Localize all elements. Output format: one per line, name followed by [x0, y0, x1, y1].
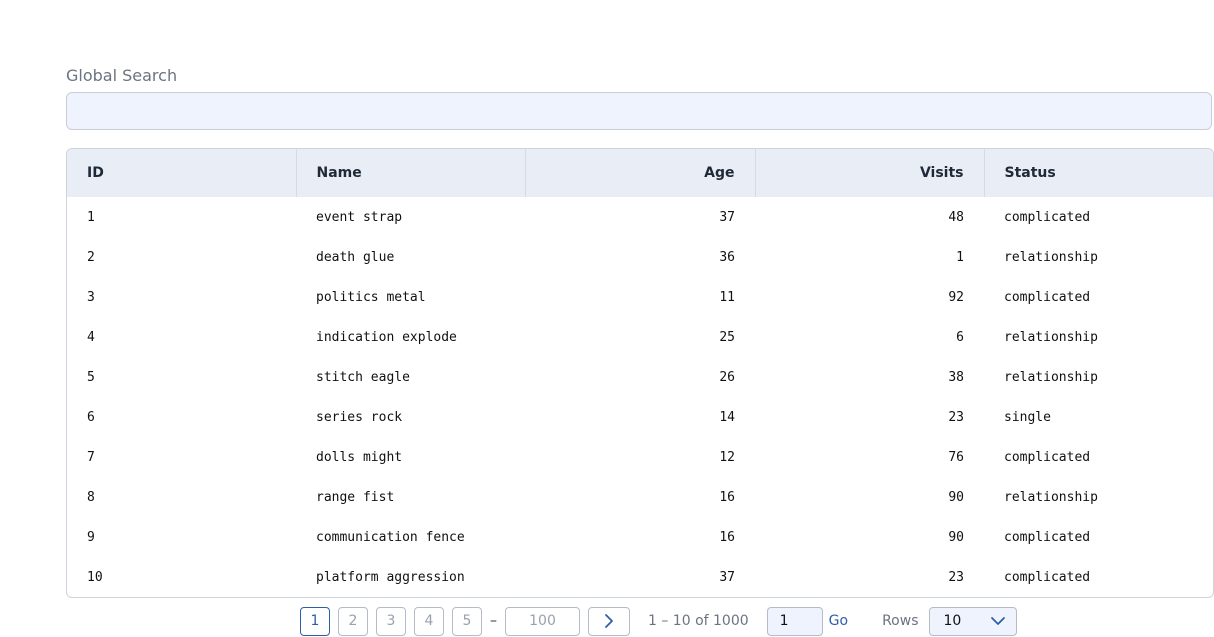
cell-age: 37 — [719, 209, 735, 225]
cell-age: 26 — [719, 369, 735, 385]
page-button-1[interactable]: 1 — [300, 606, 330, 636]
cell-id: 5 — [87, 369, 95, 385]
rows-per-page-value: 10 — [943, 613, 962, 629]
cell-name: communication fence — [316, 529, 465, 545]
table-row: 7 dolls might 12 76 complicated — [67, 437, 1213, 477]
cell-age: 16 — [719, 489, 735, 505]
page-button-2[interactable]: 2 — [338, 606, 368, 636]
cell-name: series rock — [316, 409, 403, 425]
column-header-visits[interactable]: Visits — [755, 149, 985, 197]
cell-name: event strap — [316, 209, 403, 225]
table-row: 4 indication explode 25 6 relationship — [67, 317, 1213, 357]
page-range-text: 1 – 10 of 1000 — [648, 613, 749, 629]
page-ellipsis-dash: – — [490, 613, 497, 629]
table-row: 6 series rock 14 23 single — [67, 397, 1213, 437]
cell-name: platform aggression — [316, 569, 465, 585]
cell-name: death glue — [316, 249, 395, 265]
cell-visits: 6 — [956, 329, 964, 345]
cell-status: complicated — [1004, 569, 1091, 585]
table-row: 1 event strap 37 48 complicated — [67, 197, 1213, 237]
cell-name: politics metal — [316, 289, 426, 305]
cell-id: 1 — [87, 209, 95, 225]
column-header-name[interactable]: Name — [296, 149, 526, 197]
cell-age: 36 — [719, 249, 735, 265]
cell-name: range fist — [316, 489, 395, 505]
table-row: 9 communication fence 16 90 complicated — [67, 517, 1213, 557]
cell-visits: 76 — [948, 449, 964, 465]
cell-id: 7 — [87, 449, 95, 465]
cell-status: relationship — [1004, 249, 1098, 265]
cell-id: 2 — [87, 249, 95, 265]
cell-status: complicated — [1004, 529, 1091, 545]
rows-per-page-select[interactable]: 10 — [928, 606, 1017, 636]
table-row: 5 stitch eagle 26 38 relationship — [67, 357, 1213, 397]
column-header-status[interactable]: Status — [984, 149, 1213, 197]
global-search-label: Global Search — [66, 66, 178, 85]
data-table: ID Name Age Visits Status 1 event strap … — [66, 148, 1214, 598]
table-row: 10 platform aggression 37 23 complicated — [67, 557, 1213, 597]
goto-page-input[interactable] — [766, 606, 823, 636]
table-header-row: ID Name Age Visits Status — [67, 149, 1213, 197]
cell-id: 3 — [87, 289, 95, 305]
cell-name: indication explode — [316, 329, 457, 345]
cell-age: 11 — [719, 289, 735, 305]
rows-label: Rows — [882, 613, 919, 629]
column-header-age[interactable]: Age — [525, 149, 756, 197]
page-button-4[interactable]: 4 — [414, 606, 444, 636]
cell-id: 6 — [87, 409, 95, 425]
cell-status: complicated — [1004, 289, 1091, 305]
table-row: 8 range fist 16 90 relationship — [67, 477, 1213, 517]
cell-age: 14 — [719, 409, 735, 425]
table-row: 2 death glue 36 1 relationship — [67, 237, 1213, 277]
cell-visits: 90 — [948, 489, 964, 505]
cell-status: relationship — [1004, 329, 1098, 345]
cell-age: 25 — [719, 329, 735, 345]
page-button-3[interactable]: 3 — [376, 606, 406, 636]
global-search-input[interactable] — [66, 92, 1212, 130]
cell-visits: 92 — [948, 289, 964, 305]
cell-visits: 48 — [948, 209, 964, 225]
page-button-last[interactable]: 100 — [505, 606, 580, 636]
cell-age: 16 — [719, 529, 735, 545]
column-header-id[interactable]: ID — [67, 149, 297, 197]
cell-age: 37 — [719, 569, 735, 585]
cell-status: relationship — [1004, 369, 1098, 385]
table-row: 3 politics metal 11 92 complicated — [67, 277, 1213, 317]
cell-age: 12 — [719, 449, 735, 465]
cell-status: relationship — [1004, 489, 1098, 505]
cell-visits: 23 — [948, 569, 964, 585]
cell-visits: 23 — [948, 409, 964, 425]
pagination-bar: 1 2 3 4 5 – 100 1 – 10 of 1000 Go Rows 1… — [300, 606, 1017, 636]
next-page-button[interactable] — [588, 606, 630, 636]
cell-status: complicated — [1004, 209, 1091, 225]
cell-name: dolls might — [316, 449, 403, 465]
cell-name: stitch eagle — [316, 369, 410, 385]
cell-visits: 1 — [956, 249, 964, 265]
chevron-down-icon — [990, 617, 1005, 625]
cell-id: 10 — [87, 569, 103, 585]
chevron-right-icon — [605, 614, 613, 628]
cell-status: single — [1004, 409, 1051, 425]
cell-status: complicated — [1004, 449, 1091, 465]
cell-visits: 38 — [948, 369, 964, 385]
go-button[interactable]: Go — [829, 613, 848, 629]
cell-id: 8 — [87, 489, 95, 505]
cell-id: 4 — [87, 329, 95, 345]
cell-visits: 90 — [948, 529, 964, 545]
cell-id: 9 — [87, 529, 95, 545]
page-button-5[interactable]: 5 — [452, 606, 482, 636]
